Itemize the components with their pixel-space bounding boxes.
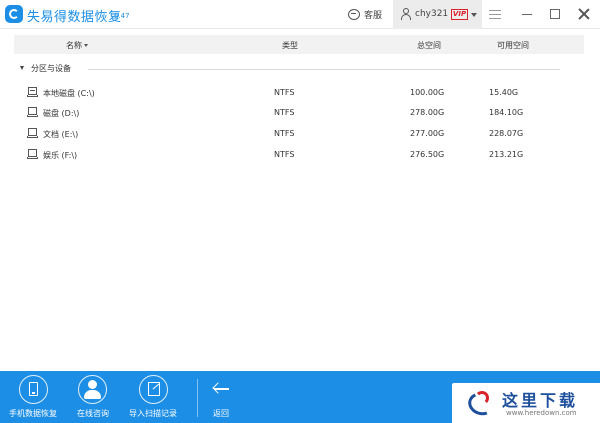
- online-consult-label: 在线咨询: [77, 409, 109, 418]
- phone-recovery-button[interactable]: 手机数据恢复: [4, 371, 62, 423]
- customer-service-label: 客服: [364, 10, 383, 21]
- sort-down-icon: [84, 44, 88, 47]
- drive-total: 276.50G: [410, 150, 445, 159]
- import-scan-button[interactable]: 导入扫描记录: [124, 371, 182, 423]
- arrow-left-icon: [212, 382, 229, 395]
- column-header-free[interactable]: 可用空间: [497, 40, 529, 51]
- drive-icon: [27, 149, 38, 160]
- title-bar: 失易得数据恢复 6.47 客服 chy321 VIP: [0, 0, 600, 29]
- column-header-type[interactable]: 类型: [282, 40, 298, 51]
- drive-type: NTFS: [274, 88, 295, 97]
- drive-type: NTFS: [274, 129, 295, 138]
- watermark-text: 这里下载: [502, 391, 579, 410]
- close-icon[interactable]: [577, 7, 591, 21]
- user-icon: [401, 8, 411, 20]
- drive-name: 娱乐 (F:\): [43, 151, 78, 160]
- partition-group-header[interactable]: 分区与设备: [20, 63, 570, 75]
- column-header-name-label: 名称: [66, 41, 82, 50]
- drive-icon: [27, 128, 38, 139]
- watermark-logo-icon: [465, 389, 497, 419]
- drive-free: 213.21G: [489, 150, 524, 159]
- app-version: 6.47: [114, 12, 130, 20]
- online-consult-button[interactable]: 在线咨询: [66, 371, 120, 423]
- watermark: 这里下载 www.heredown.com: [452, 383, 600, 423]
- chat-bubble-icon: [348, 8, 360, 20]
- drive-total: 277.00G: [410, 129, 445, 138]
- drive-free: 228.07G: [489, 129, 524, 138]
- drive-type: NTFS: [274, 108, 295, 117]
- column-header-name[interactable]: 名称: [66, 40, 88, 51]
- username: chy321: [415, 9, 449, 19]
- toolbar-divider: [197, 379, 198, 417]
- back-button[interactable]: 返回: [203, 371, 239, 423]
- table-row[interactable]: 娱乐 (F:\) NTFS 276.50G 213.21G: [14, 146, 584, 164]
- drive-name: 本地磁盘 (C:\): [43, 89, 95, 98]
- customer-service-button[interactable]: 客服: [348, 7, 382, 21]
- drive-name: 磁盘 (D:\): [43, 109, 80, 118]
- back-label: 返回: [213, 409, 229, 418]
- group-label: 分区与设备: [31, 64, 71, 73]
- maximize-icon[interactable]: [548, 7, 562, 21]
- table-row[interactable]: 磁盘 (D:\) NTFS 278.00G 184.10G: [14, 104, 584, 122]
- menu-icon[interactable]: [488, 7, 502, 21]
- drive-free: 184.10G: [489, 108, 524, 117]
- phone-recovery-label: 手机数据恢复: [9, 409, 57, 418]
- column-header-total[interactable]: 总空间: [417, 40, 441, 51]
- phone-icon: [29, 382, 38, 396]
- watermark-url: www.heredown.com: [506, 409, 577, 417]
- user-account-menu[interactable]: chy321 VIP: [393, 0, 482, 29]
- drive-total: 100.00G: [410, 88, 445, 97]
- edit-document-icon: [148, 382, 160, 396]
- minimize-icon[interactable]: [520, 7, 534, 21]
- chevron-down-icon[interactable]: [471, 13, 477, 17]
- drive-free: 15.40G: [489, 88, 519, 97]
- table-header: 名称 类型 总空间 可用空间: [14, 35, 584, 54]
- vip-badge[interactable]: VIP: [451, 9, 468, 20]
- app-title: 失易得数据恢复: [27, 10, 122, 25]
- collapse-triangle-icon[interactable]: [20, 66, 24, 70]
- table-row[interactable]: 本地磁盘 (C:\) NTFS 100.00G 15.40G: [14, 84, 584, 102]
- table-row[interactable]: 文档 (E:\) NTFS 277.00G 228.07G: [14, 125, 584, 143]
- app-logo-icon: [5, 5, 23, 23]
- drive-name: 文档 (E:\): [43, 130, 79, 139]
- drive-total: 278.00G: [410, 108, 445, 117]
- drive-type: NTFS: [274, 150, 295, 159]
- system-drive-icon: [27, 87, 38, 98]
- group-divider: [88, 69, 560, 70]
- import-scan-label: 导入扫描记录: [129, 409, 177, 418]
- drive-icon: [27, 107, 38, 118]
